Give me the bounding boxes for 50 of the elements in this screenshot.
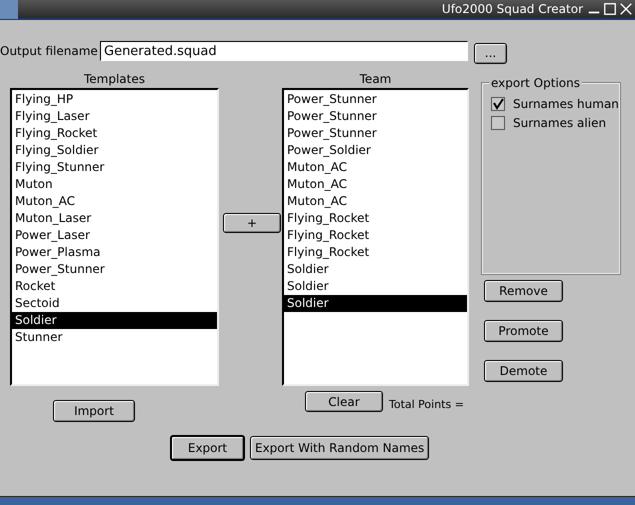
side-button[interactable]: Promote [484,320,563,342]
list-item[interactable]: Muton_AC [284,159,467,176]
checkbox[interactable] [491,116,505,130]
checkbox-label: Surnames human [513,96,619,110]
list-item[interactable]: Flying_Rocket [284,210,467,227]
export-button[interactable]: Export [170,435,245,461]
maximize-icon[interactable] [603,2,617,16]
list-item[interactable]: Soldier [284,295,467,312]
list-item[interactable]: Rocket [12,278,217,295]
list-item[interactable]: Flying_HP [12,91,217,108]
list-item[interactable]: Soldier [284,278,467,295]
total-points-label: Total Points = [389,398,464,411]
close-icon[interactable] [619,2,633,16]
export-button[interactable]: Export With Random Names [250,436,430,460]
list-item[interactable]: Power_Plasma [12,244,217,261]
list-item[interactable]: Flying_Rocket [12,125,217,142]
list-item[interactable]: Muton_AC [12,193,217,210]
add-button[interactable]: + [223,213,281,233]
clear-button[interactable]: Clear [305,391,383,412]
checkbox[interactable] [491,96,505,110]
list-item[interactable]: Flying_Rocket [284,227,467,244]
list-item[interactable]: Muton [12,176,217,193]
list-item[interactable]: Sectoid [12,295,217,312]
window-title: Ufo2000 Squad Creator [442,2,583,16]
list-item[interactable]: Muton_Laser [12,210,217,227]
templates-label: Templates [84,72,145,86]
list-item[interactable]: Power_Stunner [12,261,217,278]
list-item[interactable]: Power_Stunner [284,125,467,142]
list-item[interactable]: Power_Stunner [284,108,467,125]
side-button[interactable]: Demote [484,360,563,382]
list-item[interactable]: Muton_AC [284,193,467,210]
list-item[interactable]: Power_Soldier [284,142,467,159]
list-item[interactable]: Muton_AC [284,176,467,193]
group-title: export Options [489,76,582,90]
list-item[interactable]: Power_Laser [12,227,217,244]
checkbox-label: Surnames alien [513,116,606,130]
list-item[interactable]: Flying_Laser [12,108,217,125]
list-item[interactable]: Soldier [284,261,467,278]
browse-button[interactable]: ... [474,42,507,64]
list-item[interactable]: Flying_Stunner [12,159,217,176]
team-label: Team [360,72,392,86]
list-item[interactable]: Flying_Soldier [12,142,217,159]
list-item[interactable]: Stunner [12,329,217,346]
list-item[interactable]: Soldier [12,312,217,329]
filename-field[interactable]: Generated.squad [100,41,468,61]
list-item[interactable]: Power_Stunner [284,91,467,108]
import-button[interactable]: Import [53,400,135,422]
list-item[interactable]: Flying_Rocket [284,244,467,261]
side-button[interactable]: Remove [484,280,563,302]
output-filename-label: Output filename [0,44,99,58]
